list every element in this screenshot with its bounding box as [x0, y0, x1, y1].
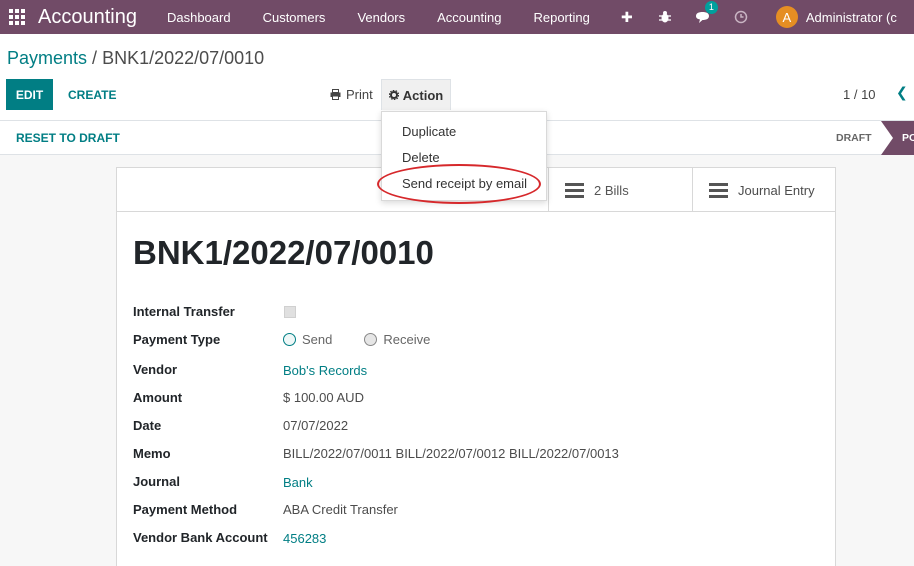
payment-type-label: Payment Type: [133, 332, 221, 347]
vendor-bank-account-link[interactable]: 456283: [283, 531, 326, 546]
radio-send[interactable]: [283, 333, 296, 346]
menu-dashboard[interactable]: Dashboard: [151, 10, 247, 25]
breadcrumb: Payments / BNK1/2022/07/0010: [7, 48, 264, 69]
chat-icon[interactable]: 1: [684, 0, 722, 34]
amount-label: Amount: [133, 390, 183, 405]
memo-value: BILL/2022/07/0011 BILL/2022/07/0012 BILL…: [283, 446, 619, 461]
menu-reporting[interactable]: Reporting: [517, 10, 605, 25]
top-navbar: Accounting Dashboard Customers Vendors A…: [0, 0, 914, 34]
journal-entry-label: Journal Entry: [738, 182, 815, 198]
stage-posted[interactable]: PO: [881, 121, 914, 155]
bug-icon[interactable]: [646, 0, 684, 34]
date-value: 07/07/2022: [283, 418, 349, 433]
menu-customers[interactable]: Customers: [247, 10, 342, 25]
radio-send-label: Send: [302, 332, 333, 347]
app-brand[interactable]: Accounting: [38, 6, 137, 29]
journal-label: Journal: [133, 474, 180, 489]
journal-entry-smart-button[interactable]: Journal Entry: [692, 168, 836, 212]
menu-vendors[interactable]: Vendors: [341, 10, 421, 25]
internal-transfer-checkbox[interactable]: [284, 306, 296, 318]
action-dropdown-menu: Duplicate Delete Send receipt by email: [381, 111, 547, 201]
payment-method-value: ABA Credit Transfer: [283, 502, 398, 517]
menu-accounting[interactable]: Accounting: [421, 10, 517, 25]
create-button[interactable]: CREATE: [60, 79, 124, 110]
apps-grid-icon[interactable]: [0, 0, 34, 34]
payment-method-label: Payment Method: [133, 502, 238, 517]
amount-currency: AUD: [336, 390, 364, 405]
print-button[interactable]: Print: [322, 79, 381, 110]
list-icon: [709, 182, 728, 198]
action-label: Action: [402, 87, 444, 103]
memo-label: Memo: [133, 446, 171, 461]
amount-value: $ 100.00 AUD: [283, 390, 364, 405]
payment-type-radio-group: Send Receive: [283, 332, 430, 347]
gear-icon: [388, 90, 399, 100]
bills-label: Bills: [604, 182, 629, 198]
list-icon: [565, 182, 584, 198]
clock-icon[interactable]: [722, 0, 760, 34]
date-label: Date: [133, 418, 162, 433]
radio-receive-label: Receive: [383, 332, 431, 347]
internal-transfer-label: Internal Transfer: [133, 304, 235, 319]
action-button[interactable]: Action: [381, 79, 451, 110]
menu-item-send-receipt[interactable]: Send receipt by email: [382, 171, 546, 197]
chevron-left-icon[interactable]: ❮: [896, 84, 908, 101]
control-panel: Payments / BNK1/2022/07/0010 EDIT CREATE…: [0, 34, 914, 121]
breadcrumb-current: BNK1/2022/07/0010: [102, 48, 265, 68]
pager-value[interactable]: 1 / 10: [843, 87, 876, 102]
amount-number: $ 100.00: [283, 390, 334, 405]
vendor-link[interactable]: Bob's Records: [283, 363, 367, 378]
plus-icon[interactable]: ✚: [608, 0, 646, 34]
vendor-bank-account-label: Vendor Bank Account: [133, 530, 268, 545]
vendor-label: Vendor: [133, 362, 178, 377]
print-icon: [330, 89, 341, 100]
user-name[interactable]: Administrator (c: [806, 10, 897, 25]
radio-receive[interactable]: [364, 333, 378, 346]
form-sheet: 2 Bills Journal Entry BNK1/2022/07/0010 …: [116, 167, 836, 566]
edit-button[interactable]: EDIT: [6, 79, 53, 110]
bills-smart-button[interactable]: 2 Bills: [548, 168, 692, 212]
print-label: Print: [346, 87, 373, 102]
chat-count-badge: 1: [704, 1, 718, 14]
stage-draft[interactable]: DRAFT: [826, 121, 882, 155]
user-avatar[interactable]: A: [775, 6, 798, 28]
bills-count: 2: [594, 182, 602, 198]
menu-item-delete[interactable]: Delete: [382, 145, 546, 171]
menu-item-duplicate[interactable]: Duplicate: [382, 119, 546, 145]
journal-link[interactable]: Bank: [283, 475, 313, 490]
reset-to-draft-button[interactable]: RESET TO DRAFT: [8, 121, 128, 155]
breadcrumb-payments[interactable]: Payments: [7, 48, 87, 68]
record-title: BNK1/2022/07/0010: [133, 234, 434, 271]
breadcrumb-separator: /: [87, 48, 103, 68]
